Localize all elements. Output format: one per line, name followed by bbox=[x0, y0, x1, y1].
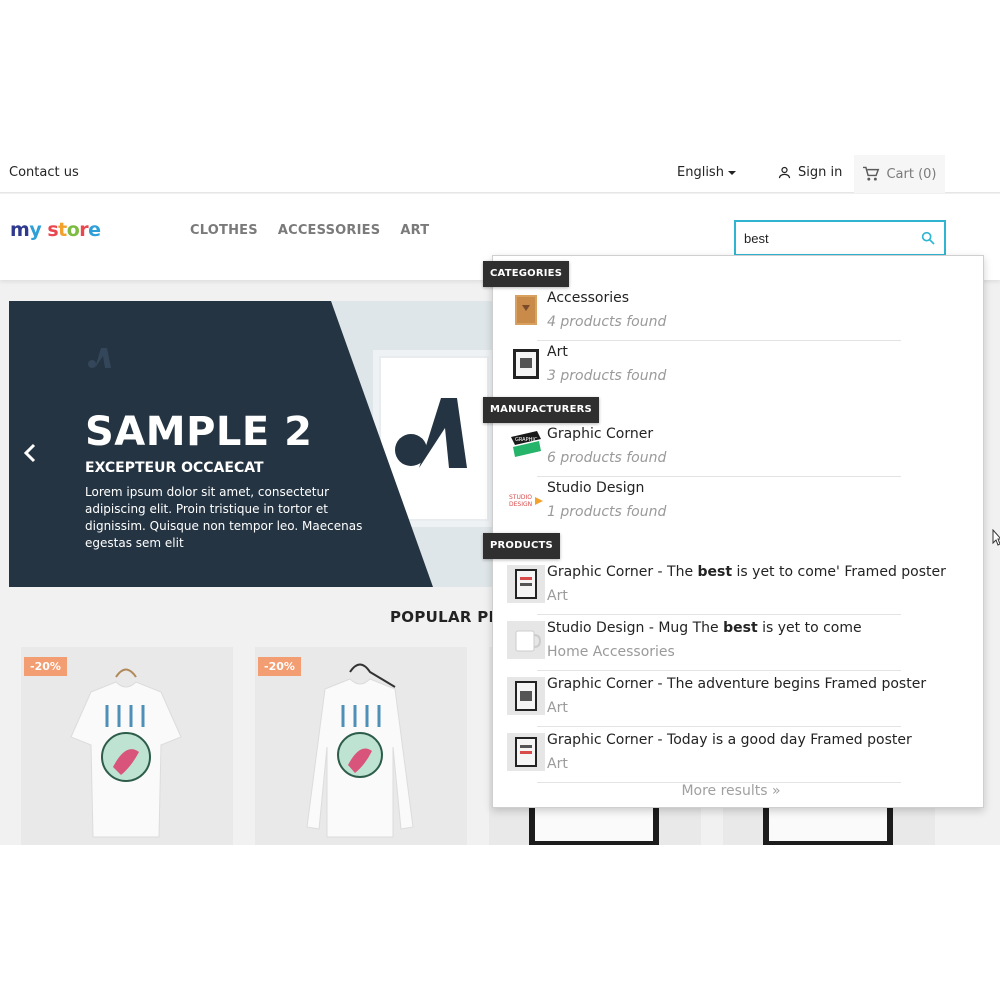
caret-down-icon bbox=[727, 170, 736, 175]
result-title: Graphic Corner bbox=[547, 426, 654, 442]
product-thumbnail bbox=[507, 733, 545, 771]
slide-text: Lorem ipsum dolor sit amet, consectetur … bbox=[85, 485, 363, 550]
cart-label: Cart (0) bbox=[886, 166, 937, 182]
language-selector[interactable]: English bbox=[677, 165, 736, 180]
cart-button[interactable]: Cart (0) bbox=[854, 155, 945, 193]
product-thumbnail bbox=[507, 565, 545, 603]
result-category: Art bbox=[547, 588, 568, 604]
svg-text:DESIGN: DESIGN bbox=[509, 501, 532, 508]
search-autocomplete-dropdown: CATEGORIES Accessories 4 products found … bbox=[483, 255, 984, 808]
product-result[interactable]: Graphic Corner - The best is yet to come… bbox=[501, 559, 946, 615]
studio-design-logo: STUDIODESIGN bbox=[509, 494, 543, 508]
sign-in-label: Sign in bbox=[798, 165, 843, 180]
graphic-corner-logo: GRAPHIC bbox=[511, 431, 541, 457]
manufacturer-result[interactable]: GRAPHIC Graphic Corner 6 products found bbox=[501, 421, 901, 477]
products-label: PRODUCTS bbox=[483, 533, 560, 559]
result-category: Home Accessories bbox=[547, 644, 675, 660]
result-title: Accessories bbox=[547, 290, 630, 306]
user-icon bbox=[778, 166, 791, 179]
category-thumbnail bbox=[515, 295, 537, 325]
category-result[interactable]: Art 3 products found bbox=[501, 339, 901, 395]
storefront-viewport: Contact us English Sign in Cart (0) my s… bbox=[0, 155, 1000, 845]
product-thumbnail bbox=[507, 677, 545, 715]
slider-prev-arrow[interactable] bbox=[23, 441, 37, 471]
category-result[interactable]: Accessories 4 products found bbox=[501, 285, 901, 341]
svg-text:GRAPHIC: GRAPHIC bbox=[515, 437, 538, 443]
slide-title: SAMPLE 2 bbox=[85, 409, 313, 455]
brand-mark-icon bbox=[88, 348, 111, 368]
result-title: Graphic Corner - Today is a good day Fra… bbox=[547, 732, 912, 748]
language-label: English bbox=[677, 165, 724, 180]
product-thumbnail bbox=[507, 621, 545, 659]
result-category: Art bbox=[547, 700, 568, 716]
menu-accessories[interactable]: ACCESSORIES bbox=[278, 223, 381, 238]
result-title: Art bbox=[547, 344, 568, 360]
product-card[interactable]: -20% bbox=[21, 647, 233, 845]
contact-us-link[interactable]: Contact us bbox=[9, 165, 79, 180]
result-title: Studio Design bbox=[547, 480, 645, 496]
chevron-left-icon bbox=[23, 443, 36, 463]
search-input[interactable] bbox=[744, 228, 914, 248]
result-count: 6 products found bbox=[547, 450, 667, 466]
main-menu: CLOTHES ACCESSORIES ART bbox=[190, 223, 429, 238]
discount-badge: -20% bbox=[24, 657, 67, 676]
sign-in-link[interactable]: Sign in bbox=[777, 165, 842, 180]
search-icon[interactable] bbox=[920, 230, 936, 246]
mouse-pointer-icon bbox=[992, 529, 1000, 546]
menu-art[interactable]: ART bbox=[400, 223, 429, 238]
hero-slider[interactable]: SAMPLE 2 EXCEPTEUR OCCAECAT Lorem ipsum … bbox=[9, 301, 510, 587]
product-image bbox=[21, 647, 233, 845]
product-result[interactable]: Studio Design - Mug The best is yet to c… bbox=[501, 615, 901, 671]
manufacturer-result[interactable]: STUDIO DESIGN Studio Design 1 products fo… bbox=[501, 475, 901, 531]
result-title: Graphic Corner - The adventure begins Fr… bbox=[547, 676, 927, 692]
search-box bbox=[734, 220, 946, 256]
slide-subtitle: EXCEPTEUR OCCAECAT bbox=[85, 460, 264, 476]
popular-products-heading: POPULAR PR bbox=[390, 608, 501, 626]
discount-badge: -20% bbox=[258, 657, 301, 676]
result-count: 3 products found bbox=[547, 368, 667, 384]
result-title: Graphic Corner - The best is yet to come… bbox=[547, 564, 946, 580]
cart-icon bbox=[863, 166, 880, 181]
result-count: 4 products found bbox=[547, 314, 667, 330]
result-count: 1 products found bbox=[547, 504, 667, 520]
product-result[interactable]: Graphic Corner - The adventure begins Fr… bbox=[501, 671, 926, 727]
store-logo[interactable]: my store bbox=[10, 219, 101, 241]
product-image bbox=[255, 647, 467, 845]
menu-clothes[interactable]: CLOTHES bbox=[190, 223, 258, 238]
top-nav: Contact us English Sign in Cart (0) bbox=[0, 155, 1000, 193]
more-results-link[interactable]: More results » bbox=[493, 783, 969, 799]
svg-text:STUDIO: STUDIO bbox=[509, 494, 532, 501]
product-result[interactable]: Graphic Corner - Today is a good day Fra… bbox=[501, 727, 912, 783]
result-category: Art bbox=[547, 756, 568, 772]
manufacturers-label: MANUFACTURERS bbox=[483, 397, 599, 423]
product-card[interactable]: -20% bbox=[255, 647, 467, 845]
result-title: Studio Design - Mug The best is yet to c… bbox=[547, 620, 862, 636]
categories-label: CATEGORIES bbox=[483, 261, 570, 287]
category-thumbnail bbox=[513, 349, 539, 379]
